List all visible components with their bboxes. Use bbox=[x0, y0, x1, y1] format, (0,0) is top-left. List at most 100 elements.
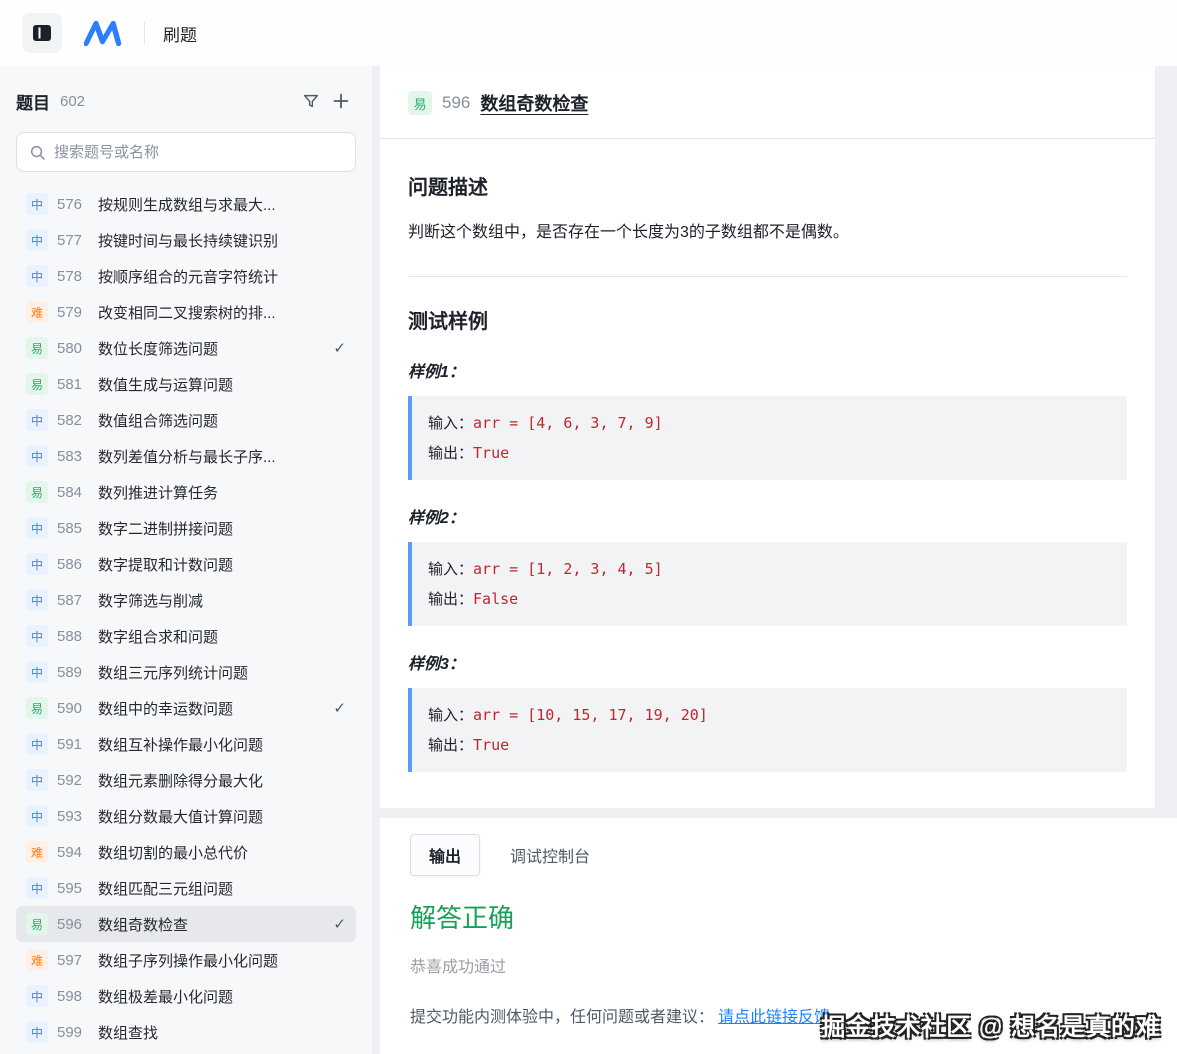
example-block: 样例2：输入：arr = [1, 2, 3, 4, 5]输出：False bbox=[408, 504, 1127, 626]
problem-id: 598 bbox=[57, 988, 89, 1005]
difficulty-badge: 中 bbox=[26, 409, 48, 431]
problem-title: 数组互补操作最小化问题 bbox=[98, 734, 346, 755]
output-code: True bbox=[473, 736, 509, 754]
difficulty-badge: 易 bbox=[26, 481, 48, 503]
problem-id: 596 bbox=[442, 93, 470, 113]
problem-title: 数字提取和计数问题 bbox=[98, 554, 346, 575]
problem-list-item[interactable]: 中586数字提取和计数问题 bbox=[16, 546, 356, 582]
input-code: arr = [1, 2, 3, 4, 5] bbox=[473, 560, 663, 578]
output-panel: 输出 调试控制台 解答正确 恭喜成功通过 提交功能内测体验中，任何问题或者建议：… bbox=[380, 818, 1177, 1054]
problem-list-item[interactable]: 易581数值生成与运算问题 bbox=[16, 366, 356, 402]
problem-title: 数组分数最大值计算问题 bbox=[98, 806, 346, 827]
problem-detail-body: 问题描述 判断这个数组中，是否存在一个长度为3的子数组都不是偶数。 测试样例 样… bbox=[380, 139, 1155, 792]
difficulty-badge: 中 bbox=[26, 769, 48, 791]
problem-title: 数字组合求和问题 bbox=[98, 626, 346, 647]
problem-list-item[interactable]: 难597数组子序列操作最小化问题 bbox=[16, 942, 356, 978]
problem-list-item[interactable]: 难 579 改变相同二叉搜索树的排... bbox=[16, 294, 356, 330]
example-block: 样例1：输入：arr = [4, 6, 3, 7, 9]输出：True bbox=[408, 358, 1127, 480]
problem-id: 595 bbox=[57, 880, 89, 897]
problem-id: 579 bbox=[57, 304, 89, 321]
app-logo-icon bbox=[84, 18, 126, 48]
problem-title: 数组奇数检查 bbox=[480, 90, 588, 116]
input-code: arr = [4, 6, 3, 7, 9] bbox=[473, 414, 663, 432]
problem-list-item[interactable]: 中587数字筛选与削减 bbox=[16, 582, 356, 618]
problem-list-item[interactable]: 中599数组查找 bbox=[16, 1014, 356, 1050]
difficulty-badge: 易 bbox=[26, 697, 48, 719]
problem-id: 583 bbox=[57, 448, 89, 465]
problem-list-item[interactable]: 易580数位长度筛选问题✓ bbox=[16, 330, 356, 366]
search-icon bbox=[29, 144, 46, 161]
sidebar-header: 题目 602 bbox=[16, 86, 356, 116]
difficulty-badge: 中 bbox=[26, 1021, 48, 1043]
problem-title: 数列推进计算任务 bbox=[98, 482, 346, 503]
problems-title: 题目 bbox=[16, 89, 50, 114]
examples-container: 样例1：输入：arr = [4, 6, 3, 7, 9]输出：True 样例2：输… bbox=[408, 358, 1127, 772]
problem-list-item[interactable]: 中 598 数组极差最小化问题 bbox=[16, 978, 356, 1014]
problem-list-item[interactable]: 易590数组中的幸运数问题✓ bbox=[16, 690, 356, 726]
difficulty-badge: 中 bbox=[26, 805, 48, 827]
problem-title: 数字筛选与削减 bbox=[98, 590, 346, 611]
filter-icon bbox=[302, 92, 320, 110]
problem-list-item[interactable]: 中576按规则生成数组与求最大... bbox=[16, 186, 356, 222]
problem-list-item[interactable]: 中577按键时间与最长持续键识别 bbox=[16, 222, 356, 258]
search-input[interactable] bbox=[54, 144, 343, 161]
description-heading: 问题描述 bbox=[408, 171, 1127, 200]
problem-id: 594 bbox=[57, 844, 89, 861]
difficulty-badge: 难 bbox=[26, 301, 48, 323]
difficulty-badge: 易 bbox=[408, 91, 432, 115]
difficulty-badge: 中 bbox=[26, 193, 48, 215]
problem-list-item[interactable]: 中591数组互补操作最小化问题 bbox=[16, 726, 356, 762]
result-subtitle: 恭喜成功通过 bbox=[410, 953, 1147, 977]
problem-list-item[interactable]: 中589数组三元序列统计问题 bbox=[16, 654, 356, 690]
difficulty-badge: 中 bbox=[26, 229, 48, 251]
problems-count: 602 bbox=[60, 93, 85, 110]
add-button[interactable] bbox=[326, 86, 356, 116]
problem-list-item[interactable]: 中578按顺序组合的元音字符统计 bbox=[16, 258, 356, 294]
problem-list-item[interactable]: 难594数组切割的最小总代价 bbox=[16, 834, 356, 870]
problem-list-item[interactable]: 中585数字二进制拼接问题 bbox=[16, 510, 356, 546]
problem-title: 数字二进制拼接问题 bbox=[98, 518, 346, 539]
feedback-link[interactable]: 请点此链接反馈 bbox=[718, 1009, 830, 1026]
scrollbar-track[interactable] bbox=[1155, 66, 1177, 808]
problem-id: 587 bbox=[57, 592, 89, 609]
problem-id: 577 bbox=[57, 232, 89, 249]
output-code: False bbox=[473, 590, 518, 608]
tab-debug-console[interactable]: 调试控制台 bbox=[510, 835, 590, 875]
example-code-block: 输入：arr = [1, 2, 3, 4, 5]输出：False bbox=[408, 542, 1127, 626]
problem-list-item[interactable]: 易596数组奇数检查✓ bbox=[16, 906, 356, 942]
problem-list-item[interactable]: 易584数列推进计算任务 bbox=[16, 474, 356, 510]
problem-id: 597 bbox=[57, 952, 89, 969]
example-label: 样例3： bbox=[408, 650, 1127, 674]
feedback-line: 提交功能内测体验中，任何问题或者建议：请点此链接反馈 bbox=[410, 1003, 1147, 1027]
difficulty-badge: 中 bbox=[26, 985, 48, 1007]
problem-id: 593 bbox=[57, 808, 89, 825]
output-label: 输出： bbox=[428, 590, 473, 608]
filter-button[interactable] bbox=[296, 86, 326, 116]
example-code-block: 输入：arr = [10, 15, 17, 19, 20]输出：True bbox=[408, 688, 1127, 772]
difficulty-badge: 难 bbox=[26, 949, 48, 971]
difficulty-badge: 中 bbox=[26, 265, 48, 287]
problem-list-item[interactable]: 中595数组匹配三元组问题 bbox=[16, 870, 356, 906]
difficulty-badge: 中 bbox=[26, 625, 48, 647]
right-column: 易 596 数组奇数检查 问题描述 判断这个数组中，是否存在一个长度为3的子数组… bbox=[380, 66, 1177, 1054]
sidebar-toggle-button[interactable] bbox=[22, 13, 62, 53]
example-code-block: 输入：arr = [4, 6, 3, 7, 9]输出：True bbox=[408, 396, 1127, 480]
tab-output[interactable]: 输出 bbox=[410, 834, 480, 876]
problem-title: 数组极差最小化问题 bbox=[98, 986, 346, 1007]
output-code: True bbox=[473, 444, 509, 462]
problem-list-item[interactable]: 中 593 数组分数最大值计算问题 bbox=[16, 798, 356, 834]
problem-list-item[interactable]: 中588数字组合求和问题 bbox=[16, 618, 356, 654]
output-tabs: 输出 调试控制台 bbox=[410, 834, 1147, 876]
problem-id: 586 bbox=[57, 556, 89, 573]
problem-list-item[interactable]: 中592数组元素删除得分最大化 bbox=[16, 762, 356, 798]
search-box[interactable] bbox=[16, 132, 356, 172]
problem-list-item[interactable]: 中582数值组合筛选问题 bbox=[16, 402, 356, 438]
check-icon: ✓ bbox=[327, 699, 346, 717]
problem-title: 改变相同二叉搜索树的排... bbox=[98, 302, 346, 323]
problem-id: 581 bbox=[57, 376, 89, 393]
problem-detail-header: 易 596 数组奇数检查 bbox=[380, 66, 1155, 139]
difficulty-badge: 中 bbox=[26, 517, 48, 539]
problem-list-item[interactable]: 中583数列差值分析与最长子序... bbox=[16, 438, 356, 474]
problem-title: 数组三元序列统计问题 bbox=[98, 662, 346, 683]
panel-left-icon bbox=[30, 21, 54, 45]
